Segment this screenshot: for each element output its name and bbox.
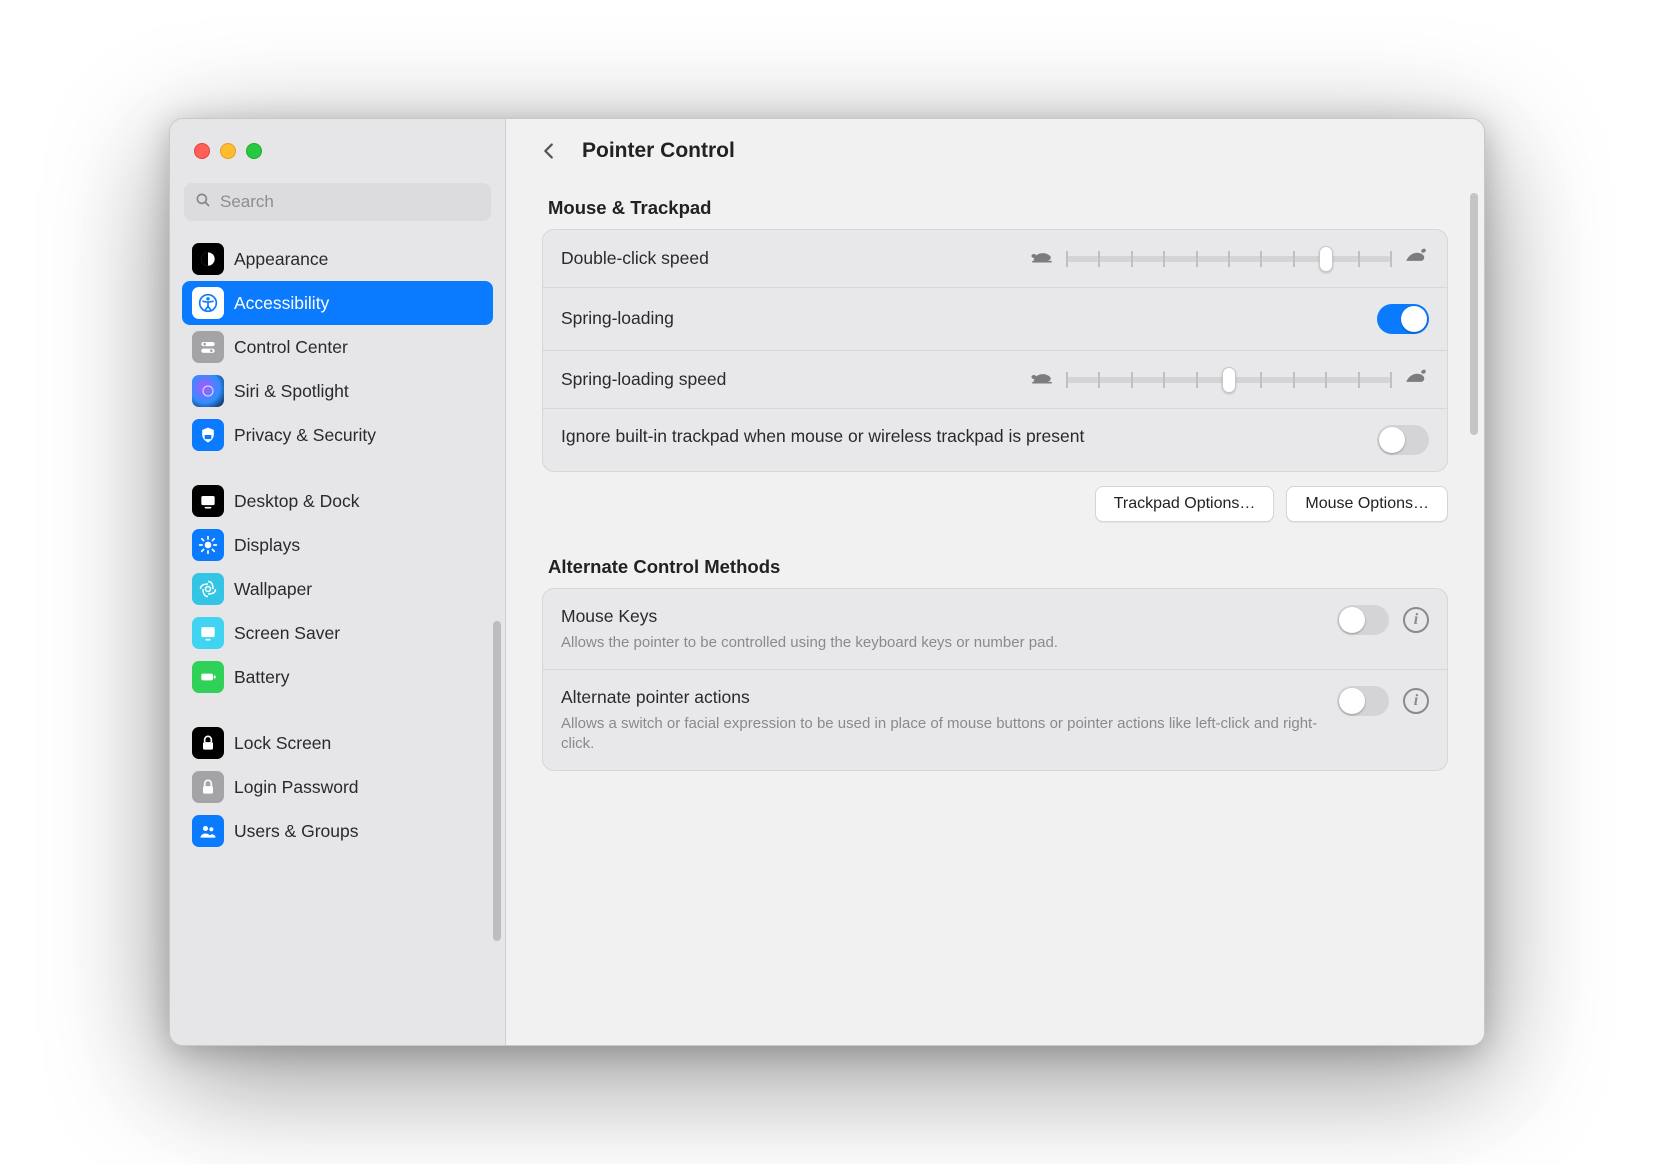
trackpad-options-button[interactable]: Trackpad Options… bbox=[1095, 486, 1275, 522]
double-click-speed-slider[interactable] bbox=[1029, 246, 1429, 271]
sidebar-item-lock-screen[interactable]: Lock Screen bbox=[182, 721, 493, 765]
sidebar-item-appearance[interactable]: Appearance bbox=[182, 237, 493, 281]
row-label: Spring-loading bbox=[561, 307, 1359, 331]
row-mouse-keys: Mouse Keys Allows the pointer to be cont… bbox=[543, 589, 1447, 669]
sidebar-item-accessibility[interactable]: Accessibility bbox=[182, 281, 493, 325]
row-alternate-pointer-actions: Alternate pointer actions Allows a switc… bbox=[543, 669, 1447, 770]
row-spring-loading-speed: Spring-loading speed bbox=[543, 350, 1447, 408]
privacy-icon bbox=[192, 419, 224, 451]
section-title-alt-control: Alternate Control Methods bbox=[548, 556, 1448, 578]
sidebar-item-label: Users & Groups bbox=[234, 821, 358, 842]
battery-icon bbox=[192, 661, 224, 693]
sidebar-item-label: Control Center bbox=[234, 337, 348, 358]
content-scrollbar[interactable] bbox=[1470, 193, 1478, 435]
sidebar-item-label: Appearance bbox=[234, 249, 328, 270]
section-title-mouse-trackpad: Mouse & Trackpad bbox=[548, 197, 1448, 219]
sidebar-item-label: Lock Screen bbox=[234, 733, 331, 754]
sidebar-item-users-groups[interactable]: Users & Groups bbox=[182, 809, 493, 853]
sidebar-item-label: Displays bbox=[234, 535, 300, 556]
spring-loading-speed-slider[interactable] bbox=[1029, 367, 1429, 392]
tortoise-icon bbox=[1029, 367, 1055, 392]
sidebar-item-privacy-security[interactable]: Privacy & Security bbox=[182, 413, 493, 457]
sidebar-item-label: Siri & Spotlight bbox=[234, 381, 349, 402]
sidebar-item-label: Desktop & Dock bbox=[234, 491, 359, 512]
sidebar-item-battery[interactable]: Battery bbox=[182, 655, 493, 699]
siri-icon bbox=[192, 375, 224, 407]
row-label: Ignore built-in trackpad when mouse or w… bbox=[561, 425, 1359, 449]
sidebar-item-login-password[interactable]: Login Password bbox=[182, 765, 493, 809]
ignore-trackpad-toggle[interactable] bbox=[1377, 425, 1429, 455]
row-label: Mouse Keys Allows the pointer to be cont… bbox=[561, 605, 1319, 653]
sidebar-item-control-center[interactable]: Control Center bbox=[182, 325, 493, 369]
screensaver-icon bbox=[192, 617, 224, 649]
panel-alt-control: Mouse Keys Allows the pointer to be cont… bbox=[542, 588, 1448, 771]
sidebar-item-label: Screen Saver bbox=[234, 623, 340, 644]
users-icon bbox=[192, 815, 224, 847]
hare-icon bbox=[1403, 367, 1429, 392]
spring-loading-toggle[interactable] bbox=[1377, 304, 1429, 334]
search-icon bbox=[194, 191, 212, 214]
sidebar-item-displays[interactable]: Displays bbox=[182, 523, 493, 567]
row-label: Double-click speed bbox=[561, 247, 1011, 271]
control-center-icon bbox=[192, 331, 224, 363]
sidebar-item-siri-spotlight[interactable]: Siri & Spotlight bbox=[182, 369, 493, 413]
panel-mouse-trackpad: Double-click speed bbox=[542, 229, 1448, 472]
fullscreen-button[interactable] bbox=[246, 143, 262, 159]
wallpaper-icon bbox=[192, 573, 224, 605]
mouse-keys-info-button[interactable]: i bbox=[1403, 607, 1429, 633]
row-double-click-speed: Double-click speed bbox=[543, 230, 1447, 287]
sidebar-item-screen-saver[interactable]: Screen Saver bbox=[182, 611, 493, 655]
mouse-keys-toggle[interactable] bbox=[1337, 605, 1389, 635]
lock-icon bbox=[192, 727, 224, 759]
alt-pointer-info-button[interactable]: i bbox=[1403, 688, 1429, 714]
minimize-button[interactable] bbox=[220, 143, 236, 159]
search-input[interactable] bbox=[220, 192, 481, 212]
desktop-icon bbox=[192, 485, 224, 517]
row-ignore-trackpad: Ignore built-in trackpad when mouse or w… bbox=[543, 408, 1447, 471]
row-label: Alternate pointer actions Allows a switc… bbox=[561, 686, 1319, 754]
sidebar-item-label: Wallpaper bbox=[234, 579, 312, 600]
accessibility-icon bbox=[192, 287, 224, 319]
window-controls bbox=[170, 119, 505, 183]
settings-window: Appearance Accessibility Control Center bbox=[169, 118, 1485, 1046]
row-spring-loading: Spring-loading bbox=[543, 287, 1447, 350]
appearance-icon bbox=[192, 243, 224, 275]
close-button[interactable] bbox=[194, 143, 210, 159]
sidebar-scrollbar[interactable] bbox=[493, 621, 501, 941]
hare-icon bbox=[1403, 246, 1429, 271]
displays-icon bbox=[192, 529, 224, 561]
sidebar-item-wallpaper[interactable]: Wallpaper bbox=[182, 567, 493, 611]
main-pane: Pointer Control Mouse & Trackpad Double-… bbox=[506, 119, 1484, 1045]
sidebar-item-label: Battery bbox=[234, 667, 289, 688]
page-title: Pointer Control bbox=[582, 139, 735, 163]
page-header: Pointer Control bbox=[506, 119, 1484, 183]
row-label: Spring-loading speed bbox=[561, 368, 1011, 392]
back-button[interactable] bbox=[534, 136, 564, 166]
sidebar-item-label: Privacy & Security bbox=[234, 425, 376, 446]
sidebar-item-desktop-dock[interactable]: Desktop & Dock bbox=[182, 479, 493, 523]
alt-pointer-toggle[interactable] bbox=[1337, 686, 1389, 716]
sidebar: Appearance Accessibility Control Center bbox=[170, 119, 506, 1045]
tortoise-icon bbox=[1029, 246, 1055, 271]
mouse-options-button[interactable]: Mouse Options… bbox=[1286, 486, 1448, 522]
search-field[interactable] bbox=[184, 183, 491, 221]
login-icon bbox=[192, 771, 224, 803]
sidebar-item-label: Accessibility bbox=[234, 293, 329, 314]
sidebar-item-label: Login Password bbox=[234, 777, 359, 798]
